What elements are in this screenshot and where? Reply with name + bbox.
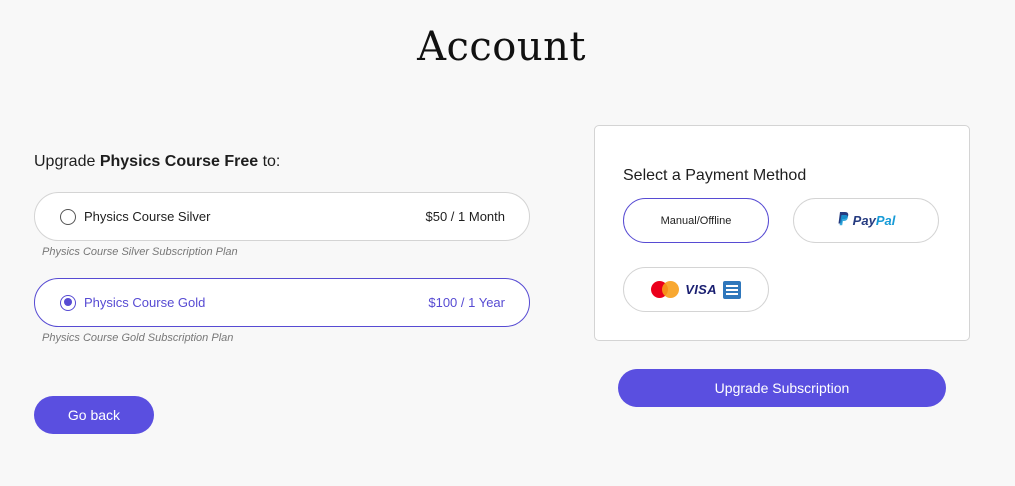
payment-card-button[interactable]: VISA <box>623 267 769 312</box>
upgrade-suffix: to: <box>258 153 281 170</box>
payment-manual-label: Manual/Offline <box>660 214 732 227</box>
payment-manual-offline-button[interactable]: Manual/Offline <box>623 198 769 243</box>
upgrade-heading: Upgrade Physics Course Free to: <box>34 153 280 171</box>
go-back-button[interactable]: Go back <box>34 396 154 434</box>
plan-gold-price: $100 / 1 Year <box>428 295 505 310</box>
plan-option-gold[interactable]: Physics Course Gold $100 / 1 Year <box>34 278 530 327</box>
upgrade-prefix: Upgrade <box>34 153 100 170</box>
plan-gold-name: Physics Course Gold <box>84 295 206 310</box>
page-title: Account <box>417 24 586 70</box>
paypal-icon <box>837 212 849 229</box>
visa-icon: VISA <box>685 282 717 297</box>
payment-heading: Select a Payment Method <box>623 167 807 184</box>
payment-paypal-button[interactable]: PayPal <box>793 198 939 243</box>
paypal-word-pay: Pay <box>852 213 876 228</box>
amex-icon <box>722 280 741 299</box>
plan-silver-description: Physics Course Silver Subscription Plan <box>42 246 238 258</box>
plan-silver-name: Physics Course Silver <box>84 209 211 224</box>
plan-gold-radio[interactable] <box>60 294 76 311</box>
upgrade-subscription-button[interactable]: Upgrade Subscription <box>618 369 946 407</box>
current-course-name: Physics Course Free <box>99 153 259 170</box>
plan-silver-radio[interactable] <box>60 208 76 225</box>
plan-gold-description: Physics Course Gold Subscription Plan <box>42 332 234 344</box>
account-page: Account Upgrade Physics Course Free to: … <box>0 0 1015 486</box>
mastercard-icon <box>651 281 680 298</box>
plan-option-silver[interactable]: Physics Course Silver $50 / 1 Month <box>34 192 530 241</box>
plan-silver-price: $50 / 1 Month <box>425 209 506 224</box>
payment-method-card: Select a Payment Method Manual/Offline P… <box>594 125 970 341</box>
paypal-word-pal: Pal <box>875 213 896 228</box>
paypal-wordmark: PayPal <box>853 213 896 228</box>
